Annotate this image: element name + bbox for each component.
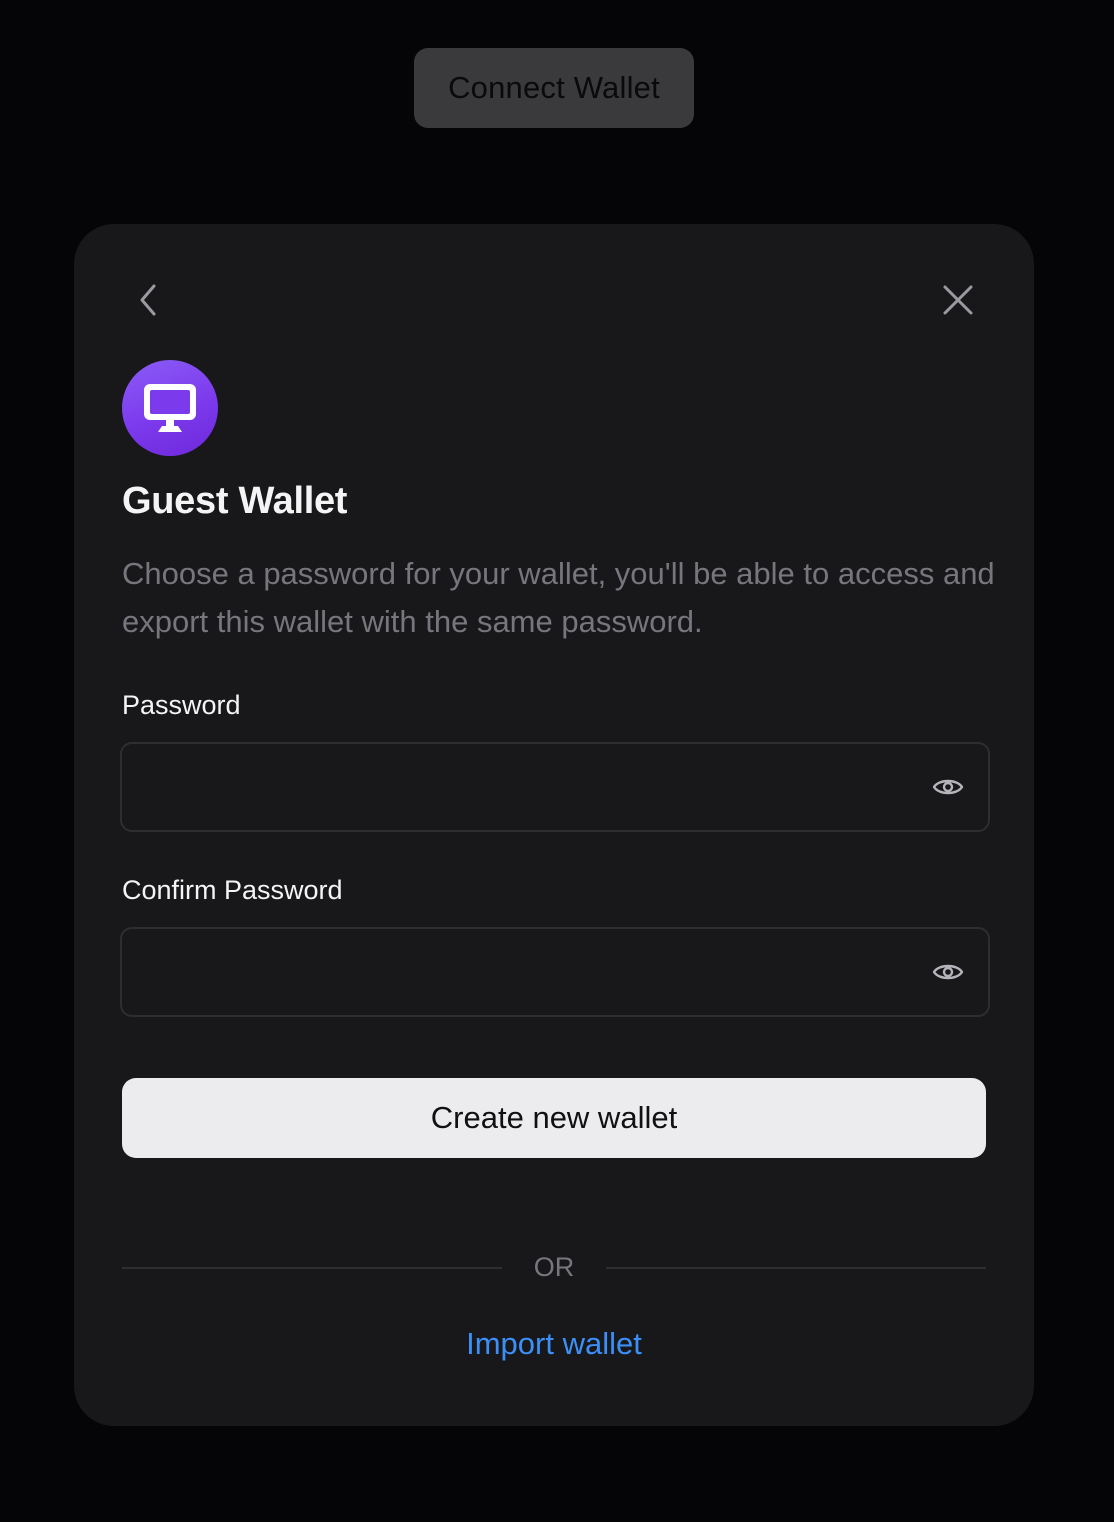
confirm-password-input[interactable] <box>122 929 926 1015</box>
connect-wallet-button[interactable]: Connect Wallet <box>414 48 694 128</box>
confirm-password-visibility-toggle[interactable] <box>930 953 966 991</box>
password-field-container <box>120 742 990 832</box>
modal-description: Choose a password for your wallet, you'l… <box>122 556 995 639</box>
password-label: Password <box>122 690 241 720</box>
password-input[interactable] <box>122 744 926 830</box>
eye-icon <box>932 964 964 980</box>
divider-right <box>606 1267 986 1269</box>
confirm-password-field-container <box>120 927 990 1017</box>
monitor-icon <box>144 384 196 432</box>
divider-left <box>122 1267 502 1269</box>
close-button[interactable] <box>936 278 980 322</box>
modal-title: Guest Wallet <box>122 480 348 522</box>
close-icon <box>943 285 973 315</box>
back-button[interactable] <box>128 278 168 322</box>
create-new-wallet-button[interactable]: Create new wallet <box>122 1078 986 1158</box>
chevron-left-icon <box>140 284 156 316</box>
password-visibility-toggle[interactable] <box>930 768 966 806</box>
divider-or-text: OR <box>533 1252 575 1282</box>
guest-wallet-avatar <box>122 360 218 456</box>
page: Connect Wallet Guest Wallet Choose a pas… <box>0 0 1114 1522</box>
eye-icon <box>932 779 964 795</box>
import-wallet-link[interactable]: Import wallet <box>400 1326 708 1362</box>
confirm-password-label: Confirm Password <box>122 875 343 905</box>
